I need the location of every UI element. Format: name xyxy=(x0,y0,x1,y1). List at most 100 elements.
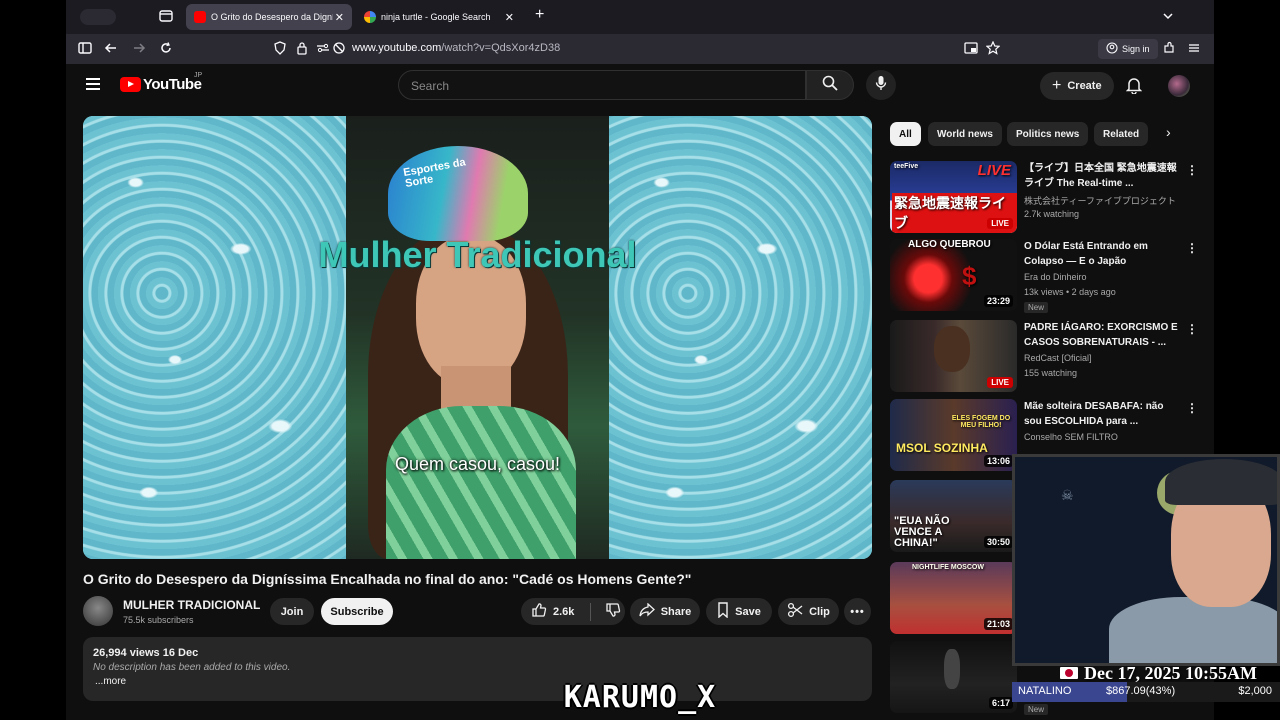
list-item[interactable]: teeFive LIVE 緊急地震速報ライブ LIVE 【ライブ】日本全国 緊急… xyxy=(890,161,1210,235)
video-thumbnail: NIGHTLIFE MOSCOW 21:03 xyxy=(890,562,1017,634)
thumb-headline: "EUA NÃO VENCE A CHINA!" xyxy=(894,515,950,549)
chip-world-news[interactable]: World news xyxy=(928,122,1002,146)
tab-youtube-video[interactable]: O Grito do Desespero da Digníssima ✕ xyxy=(186,4,352,30)
list-item[interactable]: LIVE PADRE IÁGARO: EXORCISMO E CASOS SOB… xyxy=(890,320,1210,394)
user-avatar[interactable] xyxy=(1168,75,1190,97)
donation-amount: $867.09(43%) xyxy=(1106,685,1176,697)
chip-related[interactable]: Related xyxy=(1094,122,1149,146)
rec-channel: RedCast [Oficial] xyxy=(1024,353,1092,363)
duration-badge: 21:03 xyxy=(983,618,1013,630)
youtube-play-icon xyxy=(120,77,141,92)
picture-in-picture-icon[interactable] xyxy=(964,41,978,58)
video-caption: Quem casou, casou! xyxy=(394,454,561,474)
bookmark-icon xyxy=(717,602,729,621)
rec-channel: Era do Dinheiro xyxy=(1024,272,1087,282)
more-actions-button[interactable]: ••• xyxy=(844,598,871,625)
close-tab-icon[interactable]: ✕ xyxy=(505,11,514,24)
close-tab-icon[interactable]: ✕ xyxy=(335,11,344,24)
tracking-protection-icon[interactable] xyxy=(274,41,286,58)
green-top xyxy=(386,406,576,559)
donation-goal: $2,000 xyxy=(1238,685,1272,697)
video-thumbnail: "EUA NÃO VENCE A CHINA!" 30:50 xyxy=(890,480,1017,552)
share-button[interactable]: Share xyxy=(630,598,700,625)
video-player[interactable]: Esportes da Sorte Mulher Tradicional Que… xyxy=(83,116,872,559)
more-vertical-icon[interactable]: ⋮ xyxy=(1186,163,1198,177)
tab-overview-icon[interactable] xyxy=(159,9,173,26)
url-host: www.youtube.com xyxy=(352,42,442,54)
more-vertical-icon[interactable]: ⋮ xyxy=(1186,322,1198,336)
duration-badge: 13:06 xyxy=(983,455,1013,467)
like-button[interactable]: 2.6k xyxy=(531,602,574,621)
guide-menu-icon[interactable] xyxy=(86,78,100,90)
notifications-bell-icon[interactable] xyxy=(1125,76,1143,99)
subscribe-button[interactable]: Subscribe xyxy=(321,598,393,625)
logo-text: YouTube xyxy=(143,76,202,93)
join-button[interactable]: Join xyxy=(270,598,314,625)
permissions-icon[interactable] xyxy=(316,41,330,58)
create-button[interactable]: + Create xyxy=(1040,72,1114,100)
rec-title: PADRE IÁGARO: EXORCISMO E CASOS SOBRENAT… xyxy=(1024,322,1178,348)
chip-all[interactable]: All xyxy=(890,122,921,146)
tab-google-search[interactable]: ninja turtle - Google Search ✕ xyxy=(356,4,522,30)
google-favicon-icon xyxy=(364,11,376,23)
water-background-right xyxy=(609,116,872,559)
account-icon xyxy=(1106,42,1118,56)
navigation-bar: www.youtube.com/watch?v=QdsXor4zD38 Sign… xyxy=(66,34,1214,64)
live-badge: LIVE xyxy=(987,218,1013,229)
voice-search-button[interactable] xyxy=(866,70,896,100)
more-horizontal-icon: ••• xyxy=(850,605,865,618)
channel-avatar[interactable] xyxy=(83,596,113,626)
sign-in-button[interactable]: Sign in xyxy=(1098,39,1158,59)
thumb-headline: NIGHTLIFE MOSCOW xyxy=(912,564,984,571)
menu-icon[interactable] xyxy=(1188,41,1200,57)
thumb-live-word: LIVE xyxy=(977,162,1011,179)
save-label: Save xyxy=(735,605,761,618)
chevron-right-icon[interactable]: › xyxy=(1166,124,1171,140)
like-count: 2.6k xyxy=(553,605,575,618)
sidebar-toggle-icon[interactable] xyxy=(80,9,116,25)
dislike-button[interactable] xyxy=(605,602,621,621)
url-path: /watch?v=QdsXor4zD38 xyxy=(441,42,561,54)
search-button[interactable] xyxy=(806,70,854,100)
thumb-brand: teeFive xyxy=(894,163,919,170)
clip-button[interactable]: Clip xyxy=(778,598,839,625)
lock-icon[interactable] xyxy=(296,41,308,58)
thumb-headline: ALGO QUEBROU xyxy=(908,239,991,250)
list-item[interactable]: ALGO QUEBROU $ 23:29 O Dólar Está Entran… xyxy=(890,239,1210,313)
more-vertical-icon[interactable]: ⋮ xyxy=(1186,401,1198,415)
back-icon[interactable] xyxy=(104,41,118,58)
thumbs-down-icon xyxy=(605,603,621,621)
video-thumbnail: 6:17 xyxy=(890,641,1017,713)
skull-icon: ☠ xyxy=(1061,487,1074,503)
water-background-left xyxy=(83,116,346,559)
autoplay-blocked-icon[interactable] xyxy=(332,41,346,58)
share-label: Share xyxy=(660,605,692,618)
forward-icon[interactable] xyxy=(132,41,146,58)
more-vertical-icon[interactable]: ⋮ xyxy=(1186,241,1198,255)
reload-icon[interactable] xyxy=(159,41,173,58)
sidebar-icon[interactable] xyxy=(78,41,92,58)
address-bar[interactable]: www.youtube.com/watch?v=QdsXor4zD38 xyxy=(352,42,560,54)
search-input[interactable]: Search xyxy=(398,70,806,100)
bookmark-star-icon[interactable] xyxy=(985,40,1001,58)
extensions-icon[interactable] xyxy=(1162,41,1176,58)
rec-meta: 2.7k watching xyxy=(1024,209,1080,219)
subscriber-count: 75.5k subscribers xyxy=(123,615,194,625)
rec-title: Mãe solteira DESABAFA: não sou ESCOLHIDA… xyxy=(1024,401,1164,427)
microphone-icon xyxy=(875,75,887,96)
description-box[interactable]: 26,994 views 16 Dec No description has b… xyxy=(83,637,872,701)
views-and-date: 26,994 views 16 Dec xyxy=(93,647,199,659)
video-thumbnail: ALGO QUEBROU $ 23:29 xyxy=(890,239,1017,311)
like-divider xyxy=(590,602,592,621)
like-dislike-group: 2.6k xyxy=(521,598,625,625)
rec-meta: 155 watching xyxy=(1024,368,1078,378)
list-tabs-icon[interactable] xyxy=(1162,9,1174,25)
tab-bar: O Grito do Desespero da Digníssima ✕ nin… xyxy=(66,0,1214,34)
youtube-logo[interactable]: YouTube JP xyxy=(120,72,202,93)
dollar-icon: $ xyxy=(962,261,977,291)
channel-name[interactable]: MULHER TRADICIONAL xyxy=(123,598,260,612)
save-button[interactable]: Save xyxy=(706,598,772,625)
new-tab-icon[interactable]: + xyxy=(535,7,544,23)
chip-politics-news[interactable]: Politics news xyxy=(1007,122,1089,146)
duration-badge: 23:29 xyxy=(983,295,1013,307)
